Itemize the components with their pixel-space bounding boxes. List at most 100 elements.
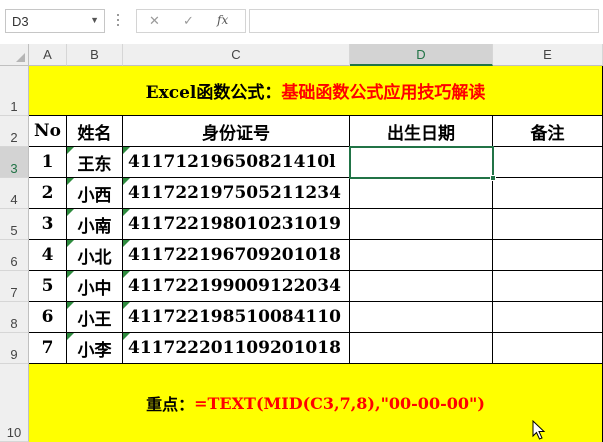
cell-birth[interactable]: [350, 240, 493, 271]
footer-label: 重点：: [146, 395, 195, 414]
cell-note[interactable]: [493, 147, 603, 178]
cell-no[interactable]: 2: [29, 178, 67, 209]
formula-bar: D3 ▼ ✕ ✓ fx: [0, 0, 603, 44]
cell-name-text: 小北: [77, 247, 112, 268]
cell-id[interactable]: 411722199009122034: [123, 271, 350, 302]
cell-birth[interactable]: [350, 209, 493, 240]
fill-handle[interactable]: [490, 175, 496, 181]
row-header-6[interactable]: 6: [0, 240, 29, 271]
row-header-8[interactable]: 8: [0, 302, 29, 333]
column-header-c[interactable]: C: [123, 44, 350, 66]
cell-birth[interactable]: [350, 302, 493, 333]
row-header-1[interactable]: 1: [0, 66, 29, 116]
error-indicator-icon: [123, 271, 130, 278]
name-box-value: D3: [12, 14, 29, 29]
cell-id-text: 41171219650821410l: [128, 152, 336, 172]
cell-note[interactable]: [493, 209, 603, 240]
cell-name-text: 小南: [77, 216, 112, 237]
error-indicator-icon: [123, 178, 130, 185]
cell-birth[interactable]: [350, 178, 493, 209]
cell-name[interactable]: 小王: [67, 302, 123, 333]
cell-no[interactable]: 1: [29, 147, 67, 178]
row-header-10[interactable]: 10: [0, 364, 29, 442]
drag-handle-icon[interactable]: [116, 12, 120, 30]
cell-note[interactable]: [493, 271, 603, 302]
column-header-a[interactable]: A: [29, 44, 67, 66]
error-indicator-icon: [123, 240, 130, 247]
error-indicator-icon: [67, 302, 74, 309]
cell-id-text: 411722198010231019: [128, 214, 341, 234]
title-prefix: Excel函数公式：: [145, 83, 282, 103]
cell-note[interactable]: [493, 240, 603, 271]
cell-id[interactable]: 411722196709201018: [123, 240, 350, 271]
cell-name[interactable]: 小北: [67, 240, 123, 271]
error-indicator-icon: [67, 271, 74, 278]
row-header-5[interactable]: 5: [0, 209, 29, 240]
header-no[interactable]: No: [29, 116, 67, 147]
row-header-2[interactable]: 2: [0, 116, 29, 147]
column-header-e[interactable]: E: [493, 44, 603, 66]
error-indicator-icon: [67, 209, 74, 216]
select-all-icon: [16, 53, 25, 62]
cell-id-text: 411722196709201018: [128, 245, 341, 265]
cell-note[interactable]: [493, 333, 603, 364]
header-note[interactable]: 备注: [493, 116, 603, 147]
insert-function-icon[interactable]: fx: [217, 13, 228, 27]
cell-birth[interactable]: [350, 271, 493, 302]
select-all-button[interactable]: [0, 44, 29, 66]
cell-name-text: 小西: [77, 185, 112, 206]
title-cell[interactable]: Excel函数公式： 基础函数公式应用技巧解读: [29, 66, 603, 116]
enter-icon[interactable]: ✓: [183, 13, 194, 29]
cell-id-text: 411722199009122034: [128, 276, 341, 296]
cell-birth[interactable]: [350, 147, 493, 178]
cell-name-text: 小王: [77, 309, 112, 330]
header-birth[interactable]: 出生日期: [350, 116, 493, 147]
cell-name-text: 王东: [77, 154, 112, 175]
error-indicator-icon: [67, 147, 74, 154]
footer-cell[interactable]: 重点： =TEXT(MID(C3,7,8),"00-00-00"): [29, 364, 603, 442]
cell-note[interactable]: [493, 178, 603, 209]
cell-name-text: 小中: [77, 278, 112, 299]
error-indicator-icon: [67, 240, 74, 247]
cell-name-text: 小李: [77, 340, 112, 361]
cell-no[interactable]: 6: [29, 302, 67, 333]
cell-no[interactable]: 5: [29, 271, 67, 302]
cell-id[interactable]: 41171219650821410l: [123, 147, 350, 178]
row-header-9[interactable]: 9: [0, 333, 29, 364]
column-header-b[interactable]: B: [67, 44, 123, 66]
error-indicator-icon: [123, 209, 130, 216]
cell-id[interactable]: 411722198510084110: [123, 302, 350, 333]
cell-id[interactable]: 411722201109201018: [123, 333, 350, 364]
cell-no[interactable]: 7: [29, 333, 67, 364]
cell-birth[interactable]: [350, 333, 493, 364]
cell-name[interactable]: 小李: [67, 333, 123, 364]
row-header-7[interactable]: 7: [0, 271, 29, 302]
mouse-pointer-icon: [532, 420, 546, 440]
header-id[interactable]: 身份证号: [123, 116, 350, 147]
error-indicator-icon: [67, 178, 74, 185]
row-header-3[interactable]: 3: [0, 147, 29, 178]
formula-input[interactable]: [249, 9, 599, 33]
cell-name[interactable]: 王东: [67, 147, 123, 178]
cell-note[interactable]: [493, 302, 603, 333]
error-indicator-icon: [123, 302, 130, 309]
cancel-icon[interactable]: ✕: [149, 13, 160, 29]
row-header-4[interactable]: 4: [0, 178, 29, 209]
header-name[interactable]: 姓名: [67, 116, 123, 147]
error-indicator-icon: [123, 333, 130, 340]
error-indicator-icon: [123, 147, 130, 154]
cell-id-text: 411722201109201018: [128, 338, 341, 358]
cell-no[interactable]: 3: [29, 209, 67, 240]
chevron-down-icon[interactable]: ▼: [90, 15, 99, 25]
cell-name[interactable]: 小南: [67, 209, 123, 240]
column-header-d[interactable]: D: [350, 44, 493, 66]
title-main: 基础函数公式应用技巧解读: [281, 83, 486, 103]
cell-no[interactable]: 4: [29, 240, 67, 271]
cell-name[interactable]: 小西: [67, 178, 123, 209]
cell-id[interactable]: 411722198010231019: [123, 209, 350, 240]
cell-name[interactable]: 小中: [67, 271, 123, 302]
error-indicator-icon: [67, 333, 74, 340]
cell-id-text: 411722198510084110: [128, 307, 341, 327]
name-box[interactable]: D3 ▼: [5, 9, 105, 33]
cell-id[interactable]: 411722197505211234: [123, 178, 350, 209]
